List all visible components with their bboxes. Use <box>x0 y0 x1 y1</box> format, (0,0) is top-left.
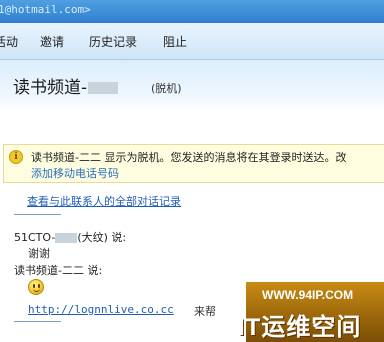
info-icon: i <box>9 150 23 164</box>
message-body: 谢谢 <box>28 247 50 260</box>
smiley-icon <box>28 279 44 295</box>
redacted-block <box>88 82 119 94</box>
account-email: 1@hotmail.com> <box>0 3 91 16</box>
contact-name: 读书频道- <box>13 73 119 98</box>
menu-bar: 活动 邀请 历史记录 阻止 <box>0 23 384 60</box>
sender-name: 51CTO- <box>14 231 56 244</box>
info-message: 读书频道-二二 显示为脱机。您发送的消息将在其登录时送达。改 <box>31 151 347 164</box>
divider <box>14 321 61 322</box>
redacted-block <box>55 233 78 243</box>
contact-name-text: 读书频道- <box>13 78 88 98</box>
message-tail-text: 来帮 <box>194 305 216 318</box>
view-history-link[interactable]: 查看与此联系人的全部对话记录 <box>27 193 181 209</box>
message-sender: 51CTO- (大纹) 说: <box>14 229 126 245</box>
watermark-title: IT运维空间 <box>238 314 362 341</box>
menu-item-history[interactable]: 历史记录 <box>89 33 137 50</box>
menu-item-block[interactable]: 阻止 <box>163 33 187 50</box>
sender-suffix: (大纹) 说: <box>77 231 127 244</box>
menu-item-activity[interactable]: 活动 <box>0 33 18 50</box>
divider <box>14 214 61 215</box>
message-sender: 读书频道-二二 说: <box>14 264 103 277</box>
shared-url-link[interactable]: http://lognnlive.co.cc <box>28 303 174 316</box>
watermark-url: WWW.94IP.COM <box>262 288 354 302</box>
contact-status: (脱机) <box>151 82 182 95</box>
title-bar: 1@hotmail.com> <box>0 0 384 23</box>
add-mobile-link[interactable]: 添加移动电话号码 <box>31 165 119 181</box>
menu-item-invite[interactable]: 邀请 <box>40 33 64 50</box>
